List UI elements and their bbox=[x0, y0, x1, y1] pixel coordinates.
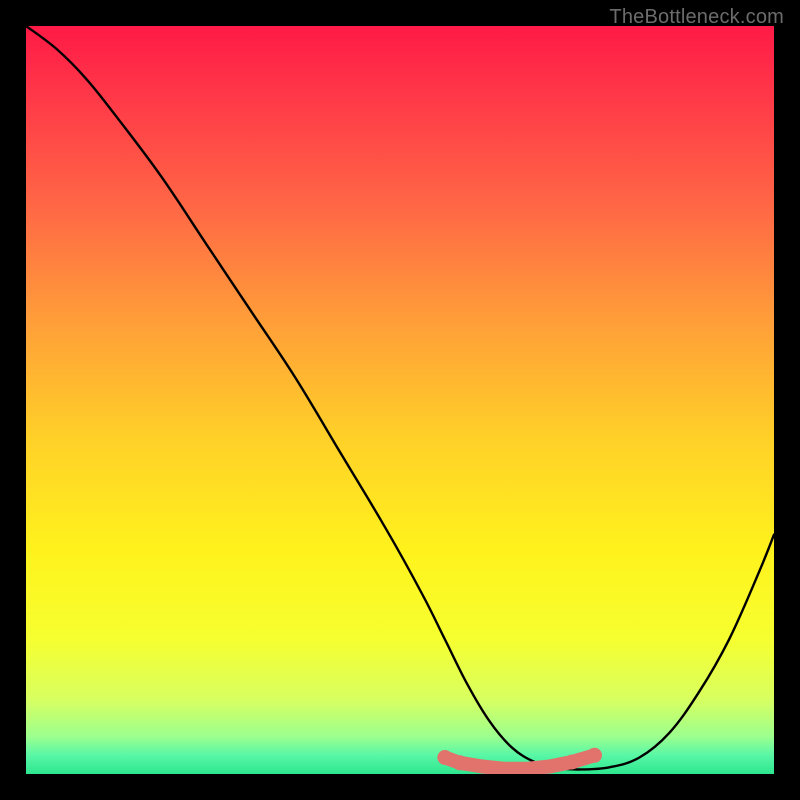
chart-svg bbox=[26, 26, 774, 774]
green-floor-markers bbox=[437, 748, 602, 771]
floor-dot bbox=[437, 750, 452, 765]
floor-dot bbox=[565, 755, 580, 770]
watermark-text: TheBottleneck.com bbox=[609, 6, 784, 29]
chart-frame: TheBottleneck.com bbox=[0, 0, 800, 800]
floor-dot bbox=[587, 748, 602, 763]
floor-dot bbox=[452, 755, 467, 770]
plot-area bbox=[26, 26, 774, 774]
bottleneck-curve bbox=[26, 26, 774, 770]
